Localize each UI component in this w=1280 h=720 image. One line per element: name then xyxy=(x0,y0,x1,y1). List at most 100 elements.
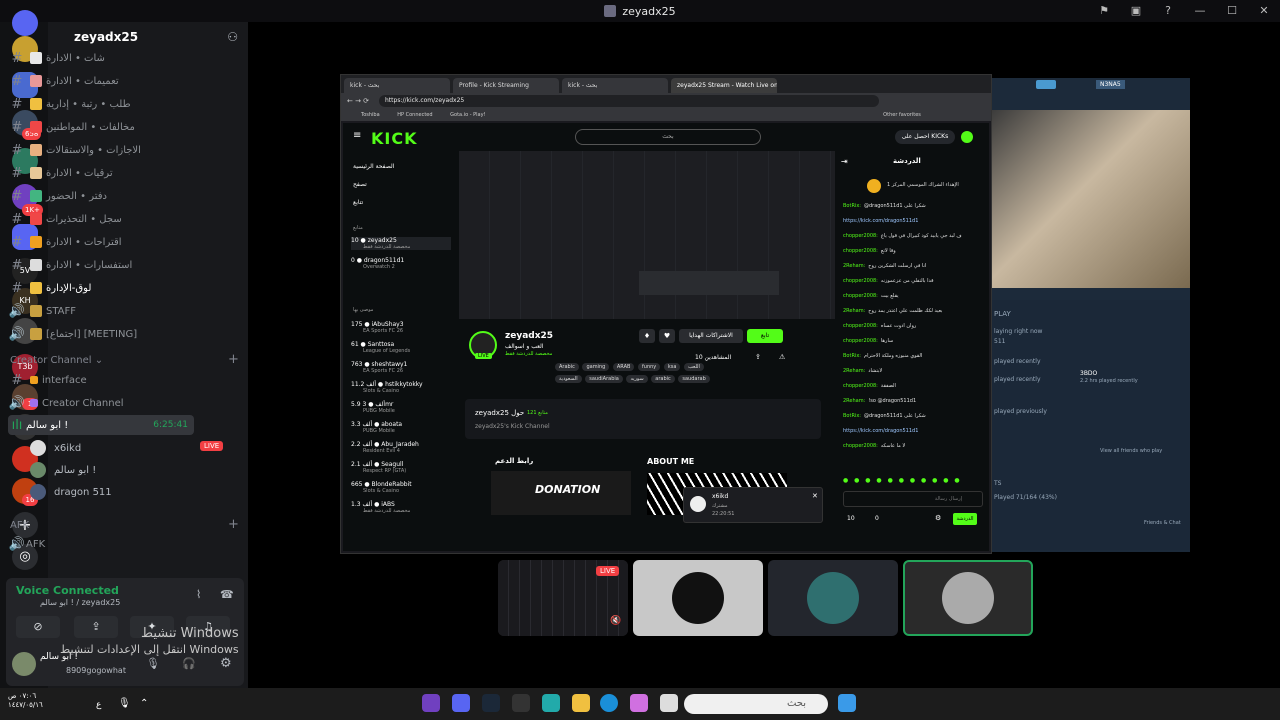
chat-username[interactable]: BotRix: xyxy=(843,203,861,209)
start-button[interactable] xyxy=(838,694,856,712)
bookmark[interactable]: HP Connected xyxy=(397,112,432,118)
menu-icon[interactable]: ≡ xyxy=(353,130,361,141)
chat-username[interactable]: chopper2008: xyxy=(843,233,878,239)
kick-logo[interactable]: KICK xyxy=(371,129,418,148)
active-voice-channel[interactable]: ılı ابو سالم ! 6:25:41 xyxy=(8,415,194,435)
channel-item[interactable]: # اقتراحات • الادارة xyxy=(8,232,194,252)
taskbar-app-icon[interactable] xyxy=(542,694,560,712)
mute-icon[interactable]: 🔇 xyxy=(610,616,621,626)
bookmark[interactable]: Toshiba xyxy=(361,112,380,118)
chat-settings-icon[interactable]: ⚙ xyxy=(935,514,941,522)
channel-item[interactable]: # مخالفات • المواطنين xyxy=(8,117,194,137)
screen-icon[interactable]: ▣ xyxy=(1120,0,1152,22)
streamer-item[interactable]: 3.3 ألف ● aboata PUBG Mobile xyxy=(351,421,451,434)
streamer-item[interactable]: 763 ● sheshtawy1 EA Sports FC 26 xyxy=(351,361,451,374)
taskbar-app-icon[interactable] xyxy=(422,694,440,712)
chat-username[interactable]: 2Reham: xyxy=(843,398,865,404)
channel-item[interactable]: # دفتر • الحضور xyxy=(8,186,194,206)
chat-username[interactable]: 2Reham: xyxy=(843,368,865,374)
steam-taskbar-icon[interactable] xyxy=(482,694,500,712)
participant-tile-speaking[interactable] xyxy=(903,560,1033,636)
channel-item[interactable]: # الاجازات • والاستقالات xyxy=(8,140,194,160)
browser-tab[interactable]: kick - بحث xyxy=(344,78,450,93)
donation-banner[interactable]: DONATION xyxy=(491,471,631,515)
category-creator[interactable]: Creator Channel ⌄ xyxy=(10,355,103,366)
bookmark[interactable]: Gota.io - Play! xyxy=(450,112,485,118)
edge-browser-icon[interactable] xyxy=(600,694,618,712)
chat-username[interactable]: 2Reham: xyxy=(843,263,865,269)
voice-channel-item[interactable]: 🔊 Creator Channel xyxy=(8,393,194,413)
task-view-icon[interactable] xyxy=(660,694,678,712)
taskbar-clock[interactable]: ٠٧:٠٦ ص ١٤٤٧/٠٥/١٦ xyxy=(8,692,43,710)
channel-item[interactable]: # سجل • التحذيرات xyxy=(8,209,194,229)
report-icon[interactable]: ⚠ xyxy=(779,353,785,361)
category-afk[interactable]: AFK xyxy=(10,520,29,531)
streamer-item[interactable]: 2.1 ألف ● Seagull Respect RP (GTA) xyxy=(351,461,451,474)
heart-icon[interactable]: ♥ xyxy=(659,329,675,343)
discord-taskbar-icon[interactable] xyxy=(452,694,470,712)
voice-channel-item[interactable]: 🔊 AFK xyxy=(8,534,194,554)
settings-gear-icon[interactable]: ⚙ xyxy=(220,656,232,671)
copilot-icon[interactable] xyxy=(630,694,648,712)
server-icon-home[interactable] xyxy=(12,10,38,36)
streamer-item[interactable]: 10 ● zeyadx25 مخصصة للدردشة فقط xyxy=(351,237,451,250)
sub-notification-popup[interactable]: x6ikd مشترك 22:20:51 ✕ xyxy=(683,487,823,523)
taskbar-app-icon[interactable] xyxy=(512,694,530,712)
chat-send-button[interactable]: الدردشة xyxy=(953,513,977,525)
chat-username[interactable]: chopper2008: xyxy=(843,293,878,299)
stream-video[interactable] xyxy=(459,151,835,319)
voice-user[interactable]: ابو سالم ! xyxy=(30,462,96,478)
taskbar-search[interactable]: بحث xyxy=(684,694,828,714)
nav-following[interactable]: تتابع xyxy=(353,199,363,206)
streamer-item[interactable]: 5.9 ألف ● 3mr PUBG Mobile xyxy=(351,401,451,414)
chat-collapse-icon[interactable]: ⇥ xyxy=(841,157,848,166)
browser-tab[interactable]: Profile - Kick Streaming xyxy=(453,78,559,93)
channel-item[interactable]: # لوق-الإدارة xyxy=(8,278,194,298)
maximize-button[interactable]: ☐ xyxy=(1216,0,1248,22)
steam-user[interactable]: N3NA5 xyxy=(1096,80,1125,89)
chat-username[interactable]: BotRix: xyxy=(843,353,861,359)
streamer-item[interactable]: 2.2 ألف ● Abu_Jaradeh Resident Evil 4 xyxy=(351,441,451,454)
notification-bell-icon[interactable]: ♦ xyxy=(639,329,655,343)
shared-screen-browser[interactable]: kick - بحث Profile - Kick Streaming kick… xyxy=(340,74,992,554)
back-icon[interactable]: ← → ⟳ xyxy=(347,97,369,105)
voice-status[interactable]: Voice Connected xyxy=(16,584,119,597)
address-bar[interactable]: https://kick.com/zeyadx25 xyxy=(379,95,879,107)
nav-home[interactable]: الصفحة الرئيسية xyxy=(353,163,394,170)
kick-search-input[interactable]: بحث xyxy=(575,129,761,145)
voice-user[interactable]: dragon 511 xyxy=(30,484,112,500)
chat-username[interactable]: 2Reham: xyxy=(843,308,865,314)
channel-item[interactable]: # interface xyxy=(8,370,194,390)
channel-category[interactable]: مخصصة للدردشة فقط xyxy=(505,351,552,357)
voice-channel-item[interactable]: 🔊 [اجتماع] [MEETING] xyxy=(8,324,194,344)
channel-item[interactable]: # شات • الادارة xyxy=(8,48,194,68)
chat-link[interactable]: https://kick.com/dragon511d1 xyxy=(843,428,918,434)
streamer-item[interactable]: 0 ● dragon511d1 Overwatch 2 xyxy=(351,257,451,270)
chat-username[interactable]: chopper2008: xyxy=(843,248,878,254)
add-member-icon[interactable]: ⚇ xyxy=(227,30,238,44)
file-explorer-icon[interactable] xyxy=(572,694,590,712)
gift-subscription-button[interactable]: الاشتراكات الهدايا xyxy=(679,329,743,343)
help-icon[interactable]: ? xyxy=(1152,0,1184,22)
close-button[interactable]: ✕ xyxy=(1248,0,1280,22)
share-icon[interactable]: ⇪ xyxy=(755,353,761,361)
channel-item[interactable]: # تعميمات • الادارة xyxy=(8,71,194,91)
earn-kicks-button[interactable]: احصل على KICKs xyxy=(895,130,955,144)
profile-icon[interactable] xyxy=(961,131,973,143)
streamer-item[interactable]: 1.3 ألف ● iABS مخصصة للدردشة فقط xyxy=(351,501,451,514)
channel-item[interactable]: # ترقيات • الادارة xyxy=(8,163,194,183)
chat-link[interactable]: https://kick.com/dragon511d1 xyxy=(843,218,918,224)
channel-item[interactable]: # طلب • رتبة • إدارية xyxy=(8,94,194,114)
chat-input[interactable]: إرسال رسالة xyxy=(843,491,983,507)
user-avatar[interactable] xyxy=(12,652,36,676)
close-icon[interactable]: ✕ xyxy=(812,492,818,500)
chat-username[interactable]: chopper2008: xyxy=(843,323,878,329)
disconnect-icon[interactable]: ☎ xyxy=(220,588,234,601)
chat-username[interactable]: chopper2008: xyxy=(843,278,878,284)
channel-item[interactable]: # استفسارات • الادارة xyxy=(8,255,194,275)
inbox-icon[interactable]: ⚑ xyxy=(1088,0,1120,22)
language-indicator[interactable]: ع xyxy=(96,700,101,710)
mic-tray-icon[interactable]: 🎙 xyxy=(118,698,131,709)
chat-username[interactable]: BotRix: xyxy=(843,413,861,419)
nav-browse[interactable]: تصفح xyxy=(353,181,367,188)
